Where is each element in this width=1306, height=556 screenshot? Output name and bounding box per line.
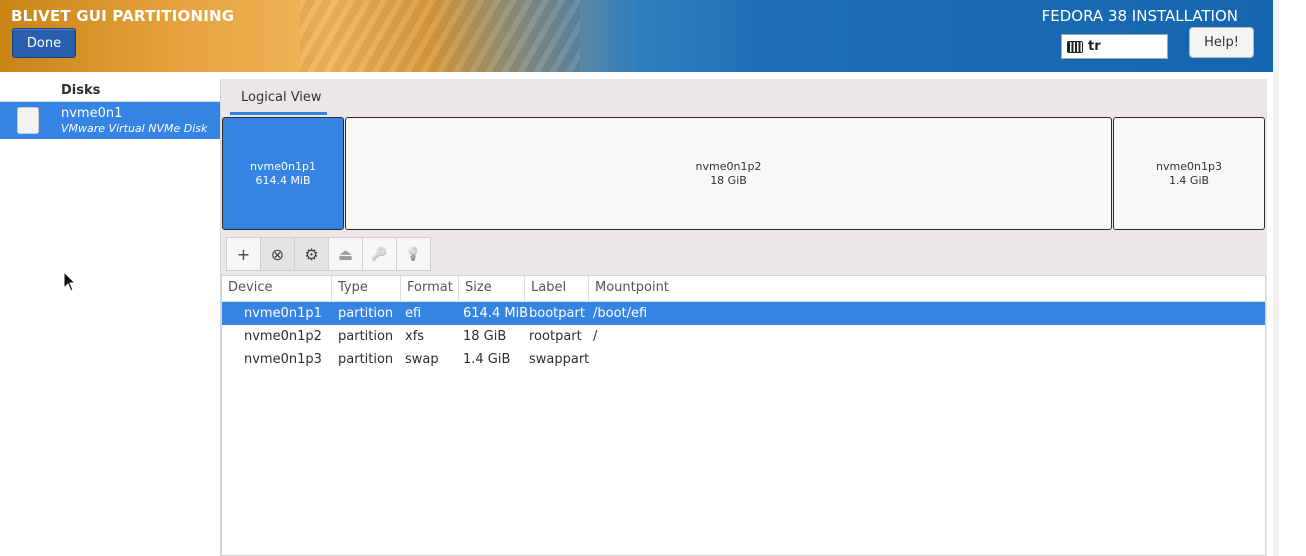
disk-name: nvme0n1 xyxy=(61,106,123,121)
column-header-type[interactable]: Type xyxy=(332,276,401,301)
info-button[interactable]: 💡 xyxy=(396,237,431,271)
keyboard-layout-indicator[interactable]: tr xyxy=(1061,34,1168,59)
header-bar: BLIVET GUI PARTITIONING Done FEDORA 38 I… xyxy=(0,0,1273,72)
partition-block[interactable]: nvme0n1p1 614.4 MiB xyxy=(222,117,344,230)
column-header-device[interactable]: Device xyxy=(222,276,332,301)
eject-icon: ⏏ xyxy=(337,244,354,264)
partition-name: nvme0n1p3 xyxy=(1156,159,1222,173)
delete-icon: ⊗ xyxy=(270,244,285,264)
table-row[interactable]: nvme0n1p2 partition xfs 18 GiB rootpart … xyxy=(222,325,1265,348)
partition-block[interactable]: nvme0n1p3 1.4 GiB xyxy=(1113,117,1265,230)
unmount-button[interactable]: ⏏ xyxy=(328,237,363,271)
cell-format: xfs xyxy=(405,329,425,344)
column-header-format[interactable]: Format xyxy=(401,276,459,301)
window-edge xyxy=(1273,0,1306,556)
cell-type: partition xyxy=(338,352,394,367)
cell-type: partition xyxy=(338,306,394,321)
action-toolbar: + ⊗ ⚙ ⏏ 🔑 💡 xyxy=(226,237,431,271)
app-title: BLIVET GUI PARTITIONING xyxy=(11,7,235,25)
done-button[interactable]: Done xyxy=(12,28,76,58)
device-table: Device Type Format Size Label Mountpoint… xyxy=(221,275,1266,556)
cell-size: 18 GiB xyxy=(463,329,507,344)
window-edge-bar xyxy=(1273,0,1279,556)
partition-name: nvme0n1p2 xyxy=(695,159,762,173)
disk-item[interactable]: nvme0n1 VMware Virtual NVMe Disk xyxy=(0,102,220,139)
mouse-cursor-icon xyxy=(63,271,77,292)
cell-label: swappart xyxy=(529,352,590,367)
installation-title: FEDORA 38 INSTALLATION xyxy=(1041,7,1238,25)
table-row[interactable]: nvme0n1p1 partition efi 614.4 MiB bootpa… xyxy=(222,302,1265,325)
cell-size: 614.4 MiB xyxy=(463,306,529,321)
disk-sidebar: Disks nvme0n1 VMware Virtual NVMe Disk xyxy=(0,79,221,556)
partition-size: 614.4 MiB xyxy=(255,173,311,187)
keyboard-icon xyxy=(1067,40,1083,53)
cell-label: rootpart xyxy=(529,329,582,344)
disk-description: VMware Virtual NVMe Disk xyxy=(61,122,208,135)
edit-button[interactable]: ⚙ xyxy=(294,237,329,271)
partition-block[interactable]: nvme0n1p2 18 GiB xyxy=(345,117,1112,230)
tab-logical-view[interactable]: Logical View xyxy=(230,83,327,115)
partition-name: nvme0n1p1 xyxy=(250,159,316,173)
cell-device: nvme0n1p3 xyxy=(244,352,322,367)
cell-mountpoint: / xyxy=(593,329,598,344)
add-icon: + xyxy=(236,244,251,264)
gear-icon: ⚙ xyxy=(304,244,319,264)
delete-button[interactable]: ⊗ xyxy=(260,237,295,271)
key-icon: 🔑 xyxy=(371,246,388,262)
decrypt-button[interactable]: 🔑 xyxy=(362,237,397,271)
help-button[interactable]: Help! xyxy=(1189,27,1254,58)
add-button[interactable]: + xyxy=(226,237,261,271)
partition-size: 1.4 GiB xyxy=(1168,173,1210,187)
table-row[interactable]: nvme0n1p3 partition swap 1.4 GiB swappar… xyxy=(222,348,1265,371)
cell-label: bootpart xyxy=(529,306,585,321)
table-header: Device Type Format Size Label Mountpoint xyxy=(222,276,1265,302)
tab-logical-view-label: Logical View xyxy=(241,90,322,105)
cell-device: nvme0n1p2 xyxy=(244,329,322,344)
cell-size: 1.4 GiB xyxy=(463,352,511,367)
cell-format: efi xyxy=(405,306,422,321)
column-header-mountpoint[interactable]: Mountpoint xyxy=(589,276,739,301)
partition-size: 18 GiB xyxy=(710,173,747,187)
tab-underline xyxy=(230,112,327,115)
lightbulb-icon: 💡 xyxy=(405,246,422,262)
cell-mountpoint: /boot/efi xyxy=(593,306,648,321)
disks-heading: Disks xyxy=(0,79,220,102)
column-header-size[interactable]: Size xyxy=(459,276,525,301)
main-panel: Logical View nvme0n1p1 614.4 MiB nvme0n1… xyxy=(221,79,1267,556)
disk-drive-icon xyxy=(17,107,39,134)
keyboard-layout-label: tr xyxy=(1088,39,1101,54)
column-header-label[interactable]: Label xyxy=(525,276,589,301)
cell-mountpoint xyxy=(587,348,593,371)
cell-device: nvme0n1p1 xyxy=(244,306,322,321)
header-artwork xyxy=(300,0,580,72)
cell-format: swap xyxy=(405,352,439,367)
cell-type: partition xyxy=(338,329,394,344)
disks-heading-label: Disks xyxy=(61,83,101,98)
